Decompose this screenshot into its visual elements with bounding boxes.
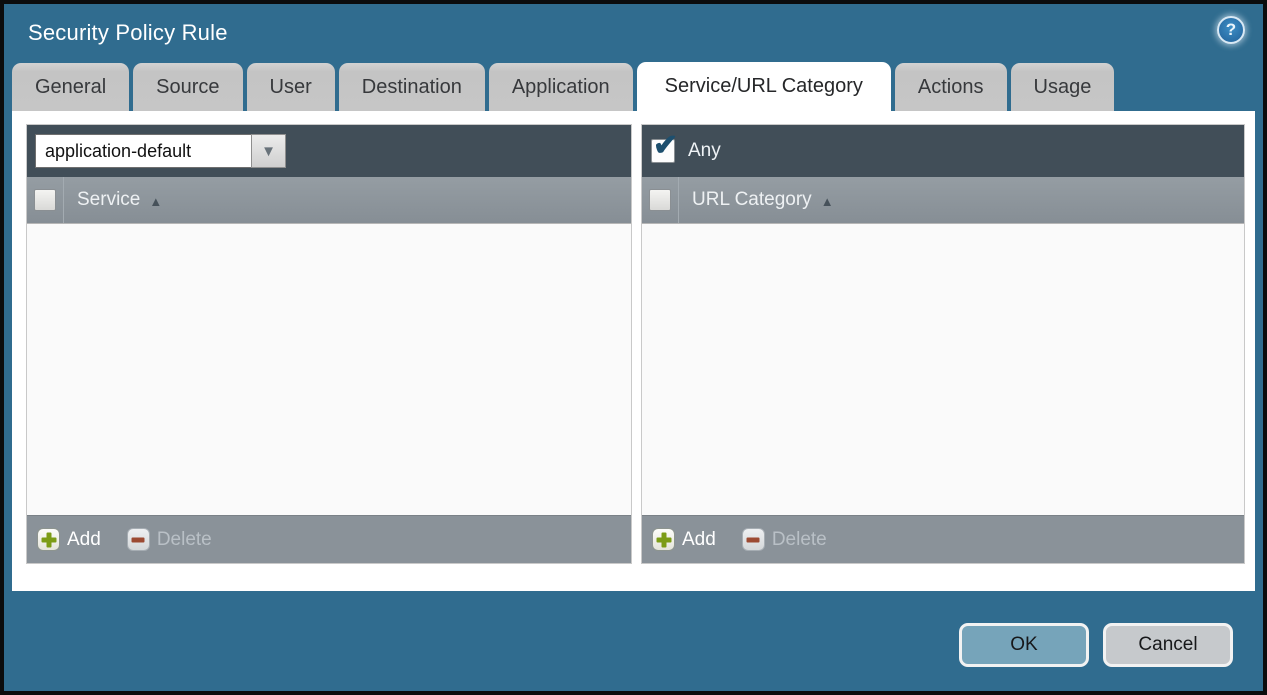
cancel-button[interactable]: Cancel [1103,623,1233,667]
service-footer: Add Delete [27,515,631,563]
service-delete-button[interactable]: Delete [127,528,212,551]
service-type-combobox: ▼ [35,134,286,168]
security-policy-rule-dialog: Security Policy Rule ? General Source Us… [4,4,1263,691]
ok-button[interactable]: OK [959,623,1089,667]
url-category-list[interactable] [642,224,1244,515]
minus-icon [127,528,150,551]
chevron-down-icon: ▼ [261,143,276,160]
service-grid-header: Service ▲ [27,177,631,224]
page-title: Security Policy Rule [4,20,228,46]
title-bar: Security Policy Rule ? [4,4,1263,62]
service-list[interactable] [27,224,631,515]
tab-content-area: ▼ Service ▲ Ad [12,111,1255,591]
url-category-delete-button[interactable]: Delete [742,528,827,551]
tab-destination[interactable]: Destination [339,63,485,111]
plus-icon [37,528,60,551]
tab-user[interactable]: User [247,63,335,111]
tab-source[interactable]: Source [133,63,242,111]
plus-icon [652,528,675,551]
service-type-input[interactable] [35,134,251,168]
service-panel-header: ▼ [27,125,631,177]
url-category-delete-label: Delete [772,529,827,551]
service-delete-label: Delete [157,529,212,551]
service-add-label: Add [67,529,101,551]
url-category-column-label: URL Category [692,189,812,211]
service-add-button[interactable]: Add [37,528,101,551]
url-category-panel-header: ✔ Any [642,125,1244,177]
url-category-select-all-checkbox[interactable] [649,189,671,211]
tab-bar: General Source User Destination Applicat… [4,62,1263,111]
service-select-all-cell [27,177,64,223]
any-label: Any [688,140,721,162]
tab-service-url-category[interactable]: Service/URL Category [637,62,891,111]
service-column-label: Service [77,189,140,211]
tab-application[interactable]: Application [489,63,633,111]
tab-general[interactable]: General [12,63,129,111]
url-category-column-header[interactable]: URL Category ▲ [679,189,834,211]
service-type-dropdown-button[interactable]: ▼ [251,134,286,168]
url-category-panel: ✔ Any URL Category ▲ [641,124,1245,564]
service-column-header[interactable]: Service ▲ [64,189,162,211]
url-category-add-label: Add [682,529,716,551]
sort-ascending-icon: ▲ [821,192,834,209]
sort-ascending-icon: ▲ [149,192,162,209]
url-category-select-all-cell [642,177,679,223]
tab-usage[interactable]: Usage [1011,63,1115,111]
service-panel: ▼ Service ▲ Ad [26,124,632,564]
service-select-all-checkbox[interactable] [34,189,56,211]
tab-actions[interactable]: Actions [895,63,1007,111]
screen-frame: Security Policy Rule ? General Source Us… [0,0,1267,695]
checkmark-icon: ✔ [653,131,678,161]
url-category-footer: Add Delete [642,515,1244,563]
help-icon[interactable]: ? [1217,16,1245,44]
url-category-grid-header: URL Category ▲ [642,177,1244,224]
minus-icon [742,528,765,551]
dialog-action-buttons: OK Cancel [959,623,1233,667]
any-checkbox[interactable]: ✔ [651,139,675,163]
url-category-add-button[interactable]: Add [652,528,716,551]
